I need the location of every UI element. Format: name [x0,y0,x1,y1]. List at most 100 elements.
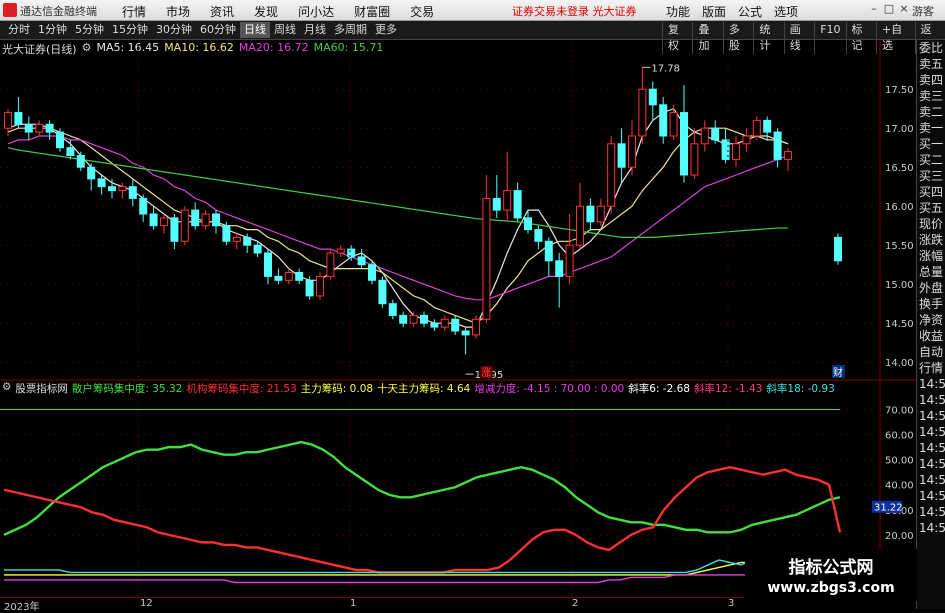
candle-body [784,151,792,160]
candle-body [524,217,532,231]
menu-item[interactable]: 市场 [156,2,200,21]
menu-item[interactable]: 选项 [768,2,804,21]
side-panel-label: 卖一 [919,121,944,135]
price-tick-label: 14.50 [885,319,914,330]
indicator-name[interactable]: 股票指标网 [15,381,68,396]
side-panel-label: 现价 [919,217,944,231]
candle-body [544,240,553,262]
candle-body [388,303,397,316]
period-tab[interactable]: 更多 [371,22,401,38]
menu-item[interactable]: 功能 [660,2,696,21]
period-tab[interactable]: 30分钟 [152,22,196,38]
side-panel-label: 买一 [919,137,944,151]
menu-item[interactable]: 版面 [696,2,732,21]
candle-body [430,322,439,328]
period-tab[interactable]: 周线 [270,22,300,38]
guest-label[interactable]: 游客 [912,3,934,19]
login-notice[interactable]: 证券交易未登录 光大证券 [512,3,637,19]
candle-body [35,123,44,133]
candle-body [336,248,345,254]
maximize-icon[interactable]: □ [883,3,895,15]
price-grid [0,40,916,597]
period-tab[interactable]: 日线 [240,22,270,38]
candle-body [24,123,33,133]
candle-body [503,190,512,211]
candle-body [45,123,54,133]
settings-icon[interactable]: ⚙ [2,381,11,396]
minimize-icon[interactable]: – [868,3,880,15]
candle-body [690,143,699,176]
candle-body [118,186,127,192]
side-panel-label: 净资 [919,313,944,327]
period-tab[interactable]: 分时 [4,22,34,38]
candle-body [773,131,782,160]
ma-line-ma5 [7,107,789,328]
period-tab[interactable]: 15分钟 [108,22,152,38]
close-icon[interactable]: × [898,3,910,15]
menu-item[interactable]: 问小达 [288,2,344,21]
period-tab[interactable]: 5分钟 [71,22,108,38]
app-title: 通达信金融终端 [20,5,97,18]
menu-item[interactable]: 发现 [244,2,288,21]
candle-body [76,155,85,168]
candle-body [628,135,636,168]
candle-body [742,135,751,145]
candle-body [763,119,772,133]
candle-body [305,279,314,297]
candle-body [139,197,148,215]
ma-line-ma20 [7,135,789,301]
side-panel-label: 14:5 [919,521,945,535]
side-panel-label: 14:5 [919,489,945,503]
side-panel-label: 买五 [919,201,944,215]
candle-body [14,112,23,125]
cai-marker-text: 财 [833,366,843,379]
candle-body [191,209,200,227]
zhang-marker-text: 涨 [481,367,491,379]
candle-body [222,225,231,242]
candle-body [160,217,168,227]
candle-body [170,217,179,242]
period-tab[interactable]: 多周期 [330,22,371,38]
side-panel-label: 14:5 [919,409,945,423]
candle-body [669,112,678,137]
candle-body [326,252,335,277]
candle-body [347,248,356,258]
side-panel-label: 涨跌 [919,233,944,247]
candle-body [576,205,584,246]
candle-body [87,166,96,180]
side-panel-label: 卖二 [919,105,944,119]
price-tick-label: 16.00 [885,202,914,213]
candle-body [834,236,842,262]
candle-body [513,190,522,219]
period-tab[interactable]: 月线 [300,22,330,38]
period-tab[interactable]: 60分钟 [196,22,240,38]
menu-item[interactable]: 公式 [732,2,768,21]
candle-body [638,88,647,137]
candle-body [201,213,210,227]
menu-item[interactable]: 交易 [400,2,444,21]
time-axis-label: 12 [140,598,153,609]
side-panel-label: 卖五 [919,57,944,71]
candle-body [492,197,501,211]
period-tab[interactable]: 1分钟 [34,22,71,38]
candle-body [440,318,449,328]
chart-area[interactable]: 17.50 17.00 16.50 16.00 15.50 15.00 14.50 14.00… [0,40,916,597]
indicator-tick-label: 60.00 [885,431,914,442]
menu-bar: 通达信金融终端 行情 市场 资讯 发现 问小达 财富圈 交易 证券交易未登录 光大证券 功能… [0,0,945,21]
candle-body [212,213,220,227]
indicator-tick-label: 40.00 [885,481,914,492]
candle-body [378,279,387,305]
menu-item[interactable]: 行情 [112,2,156,21]
period-tabs: 分时 1分钟 5分钟 15分钟 30分钟 60分钟 日线 周线 月线 多周期 更多 [4,22,401,38]
quote-side-panel[interactable]: 委比 卖五 卖四 卖三 卖二 卖一 买一 买二 买三 买四 买五 现价 涨跌 涨幅 总量 外盘 换手 净资 收益 自动… [916,40,945,609]
side-panel-label: 买四 [919,185,944,199]
candle-body [232,236,241,242]
indicator-value: 斜率12: -1.43 [693,383,763,395]
menu-item[interactable]: 资讯 [200,2,244,21]
candle-body [253,244,262,254]
price-tick-label: 17.50 [885,85,914,96]
indicator-lines [3,440,842,584]
candle-body [700,127,709,145]
menu-item[interactable]: 财富圈 [344,2,400,21]
candle-body [472,318,480,336]
